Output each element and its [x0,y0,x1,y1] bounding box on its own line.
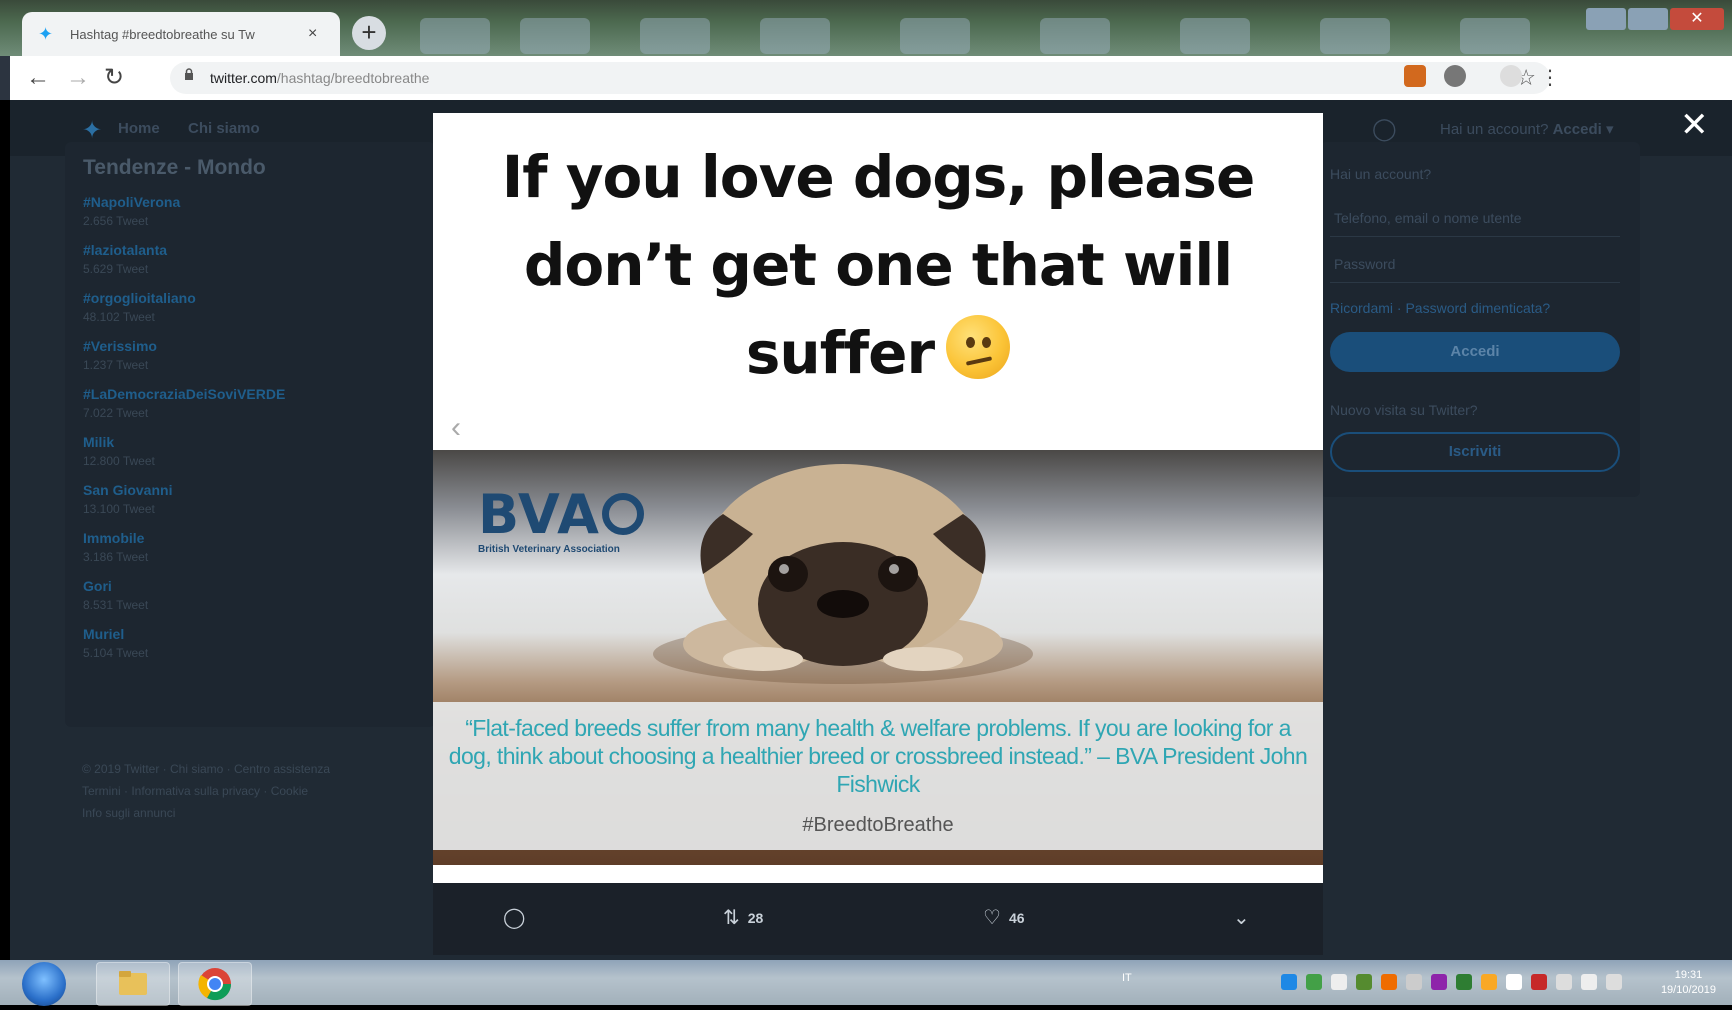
like-count: 46 [1008,909,1025,926]
forward-arrow-icon[interactable]: → [66,64,90,92]
back-arrow-icon[interactable]: ← [26,64,50,92]
trend-item[interactable]: #orgoglioitaliano 48.102 Tweet [83,290,435,324]
flag-icon[interactable] [1506,974,1522,990]
tray-icon[interactable] [1456,974,1472,990]
more-chevron-icon[interactable]: ⌄ [1233,905,1250,930]
chrome-taskbar-button[interactable] [178,962,252,1006]
windows-taskbar: IT 19:31 19/10/2019 [0,960,1732,1006]
tab-close-icon[interactable]: × [308,25,317,43]
breedtobreathe-hashtag: #BreedtoBreathe [802,814,954,836]
window-close-button[interactable]: ✕ [1670,8,1724,30]
remember-me-link[interactable]: Ricordami · Password dimenticata? [1330,300,1550,316]
trend-item[interactable]: #NapoliVerona 2.656 Tweet [83,194,435,228]
system-tray [1281,974,1622,990]
browser-chrome: ✦ Hashtag #breedtobreathe su Tw × + ✕ ← … [0,0,1732,100]
volume-icon[interactable] [1581,974,1597,990]
bva-quote: “Flat-faced breeds suffer from many heal… [448,715,1308,797]
signup-button[interactable]: Iscriviti [1330,432,1620,472]
chrome-icon [198,968,232,1001]
url-text: twitter.com/hashtag/breedtobreathe [210,70,430,86]
modal-close-button[interactable]: ✕ [1680,108,1709,142]
trend-item[interactable]: #laziotalanta 5.629 Tweet [83,242,435,276]
trend-item[interactable]: Muriel 5.104 Tweet [83,626,435,660]
account-prompt: Hai un account? Accedi ▾ [1440,121,1614,138]
tray-icon[interactable] [1331,974,1347,990]
browser-toolbar: ← → ↻ twitter.com/hashtag/breedtobreathe… [10,56,1732,100]
like-button[interactable]: ♡ 46 [983,905,1025,930]
reply-icon[interactable]: ◯ [503,905,525,930]
search-icon[interactable]: ◯ [1372,116,1397,142]
tweet-image: If you love dogs, please don’t get one t… [433,113,1323,883]
pug-photo: BVA British Veterinary Association “Flat… [433,450,1323,865]
tab-twitter-hashtag[interactable]: ✦ Hashtag #breedtobreathe su Tw × [22,12,340,56]
have-account-label: Hai un account? [1330,166,1432,182]
retweet-button[interactable]: ⇅ 28 [723,905,763,930]
tray-icon[interactable] [1281,974,1297,990]
twitter-logo-icon[interactable]: ✦ [82,116,102,145]
start-button[interactable] [22,962,66,1006]
new-tab-button[interactable]: + [352,16,386,50]
image-headline: If you love dogs, please don’t get one t… [501,143,1256,387]
confused-face-icon [946,315,1011,379]
login-panel: Hai un account? Telefono, email o nome u… [1320,142,1640,497]
tray-icon[interactable] [1531,974,1547,990]
language-indicator[interactable]: IT [1122,972,1132,984]
maximize-button[interactable] [1628,8,1668,30]
reload-icon[interactable]: ↻ [104,64,124,92]
tray-icon[interactable] [1356,974,1372,990]
tab-strip: ✦ Hashtag #breedtobreathe su Tw × + ✕ [0,0,1732,56]
login-link[interactable]: Accedi [1553,121,1602,138]
folder-icon [119,971,147,995]
minimize-button[interactable] [1586,8,1626,30]
twitter-bird-icon: ✦ [38,24,54,44]
trends-panel: Tendenze - Mondo #NapoliVerona 2.656 Twee… [65,142,435,727]
quote-box: “Flat-faced breeds suffer from many heal… [433,702,1323,850]
tray-icon[interactable] [1406,974,1422,990]
trends-title: Tendenze - Mondo [83,156,266,179]
lock-icon [185,68,193,80]
tray-icon[interactable] [1481,974,1497,990]
trend-item[interactable]: #LaDemocraziaDeiSoviVERDE 7.022 Tweet [83,386,435,420]
tray-icon[interactable] [1381,974,1397,990]
trend-item[interactable]: San Giovanni 13.100 Tweet [83,482,435,516]
clock-time: 19:31 [1674,969,1703,981]
trend-item[interactable]: #Verissimo 1.237 Tweet [83,338,435,372]
tray-icon[interactable] [1431,974,1447,990]
password-field[interactable]: Password [1330,246,1620,283]
carousel-prev-button[interactable]: ‹ [451,411,461,445]
tray-icon[interactable] [1306,974,1322,990]
bva-ring-icon [601,493,644,535]
trend-item[interactable]: Immobile 3.186 Tweet [83,530,435,564]
extension-icon[interactable] [1404,65,1426,87]
pug-illustration [653,464,1033,684]
username-field[interactable]: Telefono, email o nome utente [1330,200,1620,237]
nav-home[interactable]: Home [118,120,160,137]
login-button[interactable]: Accedi [1330,332,1620,372]
menu-dots-icon[interactable]: ⋮ [1540,64,1560,92]
trend-item[interactable]: Milik 12.800 Tweet [83,434,435,468]
new-to-twitter-label: Nuovo visita su Twitter? [1330,402,1478,418]
trend-item[interactable]: Gori 8.531 Tweet [83,578,435,612]
extension-icon[interactable] [1444,65,1466,87]
clock-date: 19/10/2019 [1660,984,1716,996]
retweet-icon: ⇅ [723,907,740,929]
tray-icon[interactable] [1606,974,1622,990]
heart-icon: ♡ [983,907,1001,929]
retweet-count: 28 [747,909,764,926]
window-controls: ✕ [1586,8,1724,30]
bva-logo: BVA British Veterinary Association [478,488,644,555]
nav-about[interactable]: Chi siamo [188,120,260,137]
network-icon[interactable] [1556,974,1572,990]
file-explorer-taskbar-button[interactable] [96,962,170,1006]
page-footer: © 2019 Twitter · Chi siamo · Centro assi… [82,762,331,820]
profile-icon[interactable] [1500,65,1522,87]
address-bar[interactable]: twitter.com/hashtag/breedtobreathe ☆ [170,62,1550,94]
taskbar-clock[interactable]: 19:31 19/10/2019 [1661,968,1716,998]
tweet-action-bar: ◯ ⇅ 28 ♡ 46 ⌄ [433,883,1323,955]
tab-title: Hashtag #breedtobreathe su Tw [70,26,255,42]
media-modal: If you love dogs, please don’t get one t… [433,113,1323,883]
